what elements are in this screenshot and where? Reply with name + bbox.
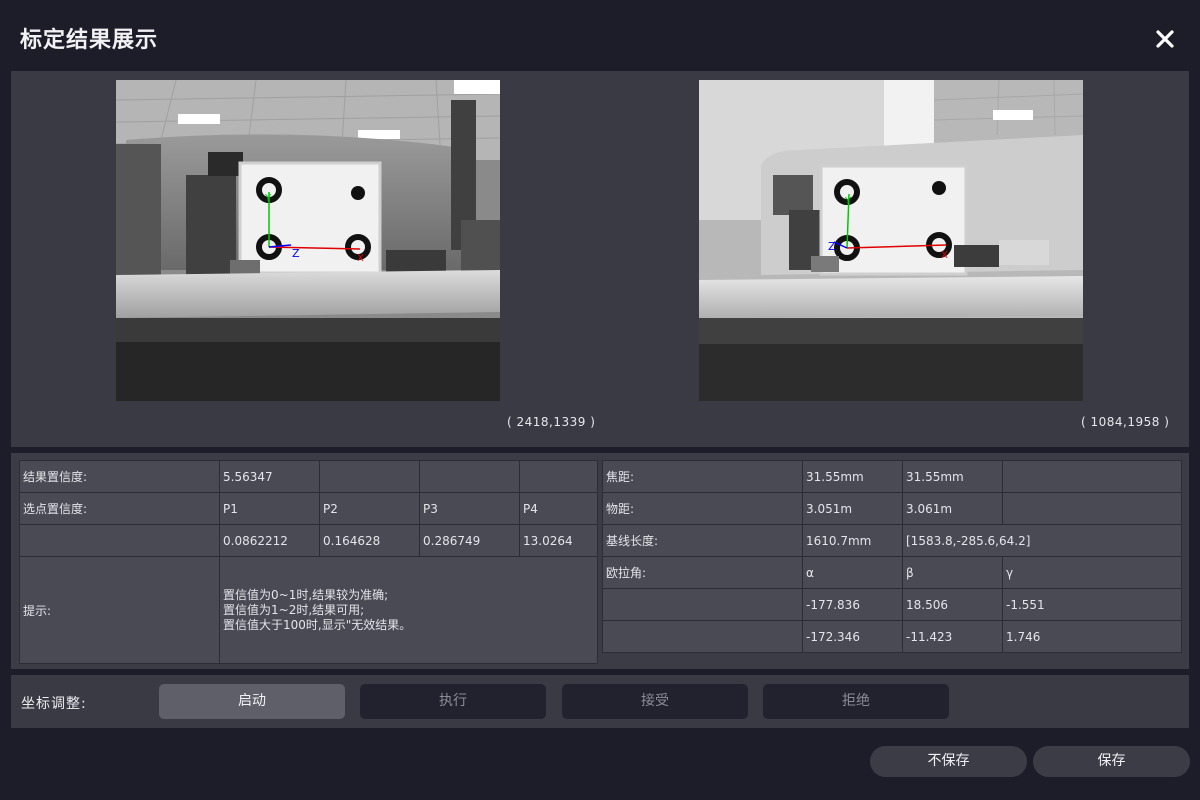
- euler-value: -177.836: [802, 588, 903, 621]
- left-camera-image: Y Z X: [116, 80, 500, 401]
- start-button[interactable]: 启动: [159, 684, 345, 719]
- euler-value: -11.423: [902, 620, 1003, 653]
- object-distance-left: 3.051m: [802, 492, 903, 525]
- point-value-p4: 13.0264: [519, 524, 598, 557]
- euler-header-alpha: α: [802, 556, 903, 589]
- point-header-p2: P2: [319, 492, 420, 525]
- right-z-axis-label: Z: [828, 240, 836, 253]
- results-panel: 结果置信度: 5.56347 选点置信度: P1 P2 P3 P4 0.0862…: [11, 453, 1189, 669]
- point-confidence-label: 选点置信度:: [19, 492, 220, 525]
- close-icon: [1156, 30, 1174, 48]
- focal-value-right: 31.55mm: [902, 460, 1003, 493]
- right-camera-image: Y Z X: [699, 80, 1083, 401]
- dont-save-button[interactable]: 不保存: [870, 746, 1027, 777]
- baseline-label: 基线长度:: [602, 524, 803, 557]
- image-panel: Y Z X Y Z X (2418,1339) (1084,1958): [11, 71, 1189, 447]
- right-x-axis-label: X: [941, 250, 948, 261]
- euler-header-beta: β: [902, 556, 1003, 589]
- baseline-length: 1610.7mm: [802, 524, 903, 557]
- left-x-axis-label: X: [357, 253, 364, 264]
- coordinate-adjust-bar: 坐标调整: 启动 执行 接受 拒绝: [11, 675, 1189, 728]
- euler-header-gamma: γ: [1002, 556, 1182, 589]
- coordinate-adjust-label: 坐标调整:: [21, 696, 87, 712]
- hint-line: 置信值为0~1时,结果较为准确;: [223, 587, 389, 602]
- right-y-axis-label: Y: [844, 196, 852, 207]
- left-y-axis-label: Y: [264, 193, 272, 204]
- point-header-p3: P3: [419, 492, 520, 525]
- euler-value: -1.551: [1002, 588, 1182, 621]
- save-button[interactable]: 保存: [1033, 746, 1190, 777]
- euler-value: -172.346: [802, 620, 903, 653]
- euler-label: 欧拉角:: [602, 556, 803, 589]
- confidence-table: 结果置信度: 5.56347 选点置信度: P1 P2 P3 P4 0.0862…: [19, 460, 598, 664]
- object-distance-label: 物距:: [602, 492, 803, 525]
- point-header-p1: P1: [219, 492, 320, 525]
- baseline-vector: [1583.8,-285.6,64.2]: [902, 524, 1182, 557]
- point-header-p4: P4: [519, 492, 598, 525]
- point-value-p1: 0.0862212: [219, 524, 320, 557]
- reject-button[interactable]: 拒绝: [763, 684, 949, 719]
- object-distance-right: 3.061m: [902, 492, 1003, 525]
- hint-label: 提示:: [19, 556, 220, 664]
- close-button[interactable]: [1150, 24, 1180, 54]
- point-value-p2: 0.164628: [319, 524, 420, 557]
- hint-line: 置信值大于100时,显示"无效结果。: [223, 617, 412, 632]
- left-image-coordinate: ( 2418,1339 ): [507, 415, 596, 429]
- result-confidence-value: 5.56347: [219, 460, 320, 493]
- point-value-p3: 0.286749: [419, 524, 520, 557]
- euler-value: 1.746: [1002, 620, 1182, 653]
- focal-label: 焦距:: [602, 460, 803, 493]
- hint-line: 置信值为1~2时,结果可用;: [223, 602, 365, 617]
- result-confidence-label: 结果置信度:: [19, 460, 220, 493]
- focal-value-left: 31.55mm: [802, 460, 903, 493]
- euler-value: 18.506: [902, 588, 1003, 621]
- left-z-axis-label: Z: [292, 247, 300, 260]
- accept-button[interactable]: 接受: [562, 684, 748, 719]
- right-image-coordinate: ( 1084,1958 ): [1081, 415, 1170, 429]
- page-title: 标定结果展示: [20, 28, 159, 53]
- calibration-params-table: 焦距: 31.55mm 31.55mm 物距: 3.051m 3.061m 基线…: [602, 460, 1182, 653]
- execute-button[interactable]: 执行: [360, 684, 546, 719]
- hint-text: 置信值为0~1时,结果较为准确; 置信值为1~2时,结果可用; 置信值大于100…: [219, 556, 598, 664]
